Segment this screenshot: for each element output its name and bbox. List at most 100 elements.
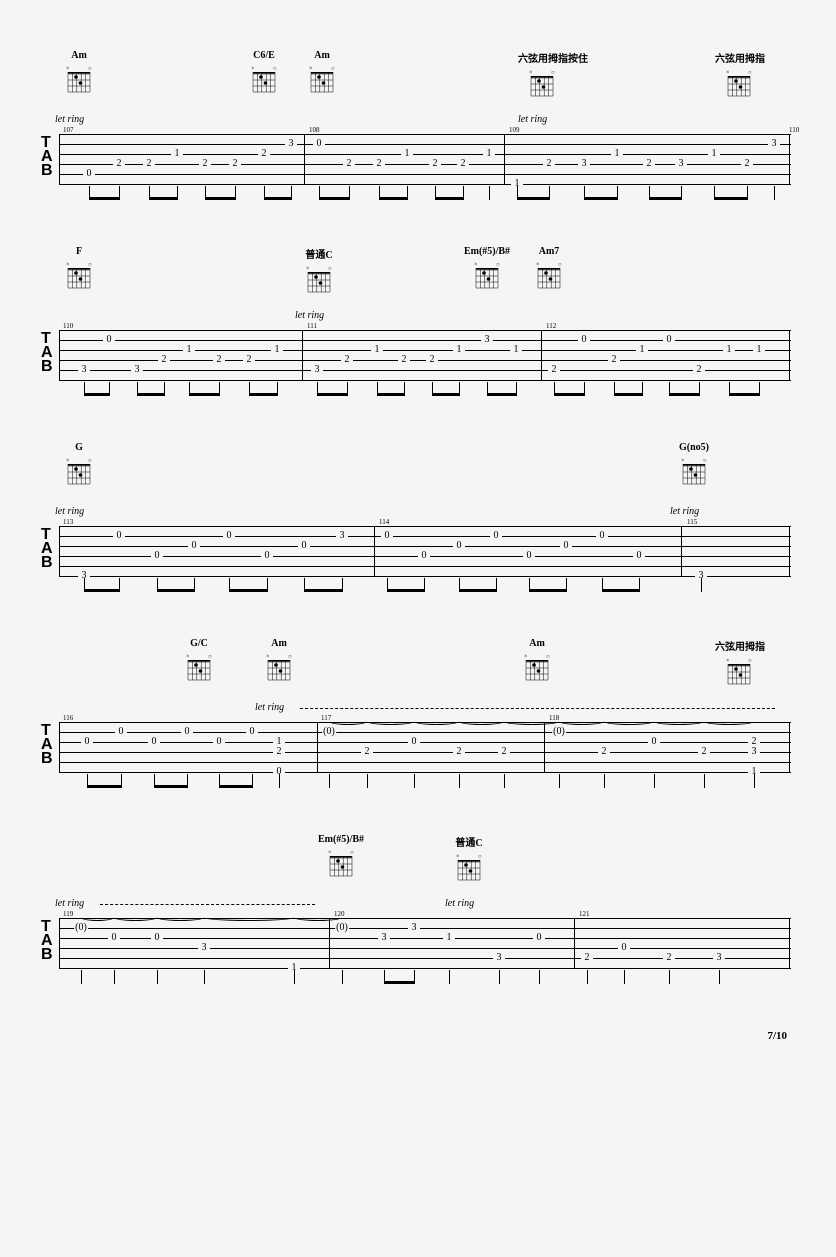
chord-diagram: Am×○: [255, 638, 303, 688]
fret-number: 0: [453, 541, 465, 551]
fret-number: 2: [229, 159, 241, 169]
beam: [529, 589, 567, 592]
tie: [204, 914, 294, 921]
fret-number: 1: [483, 149, 495, 159]
beam: [729, 393, 760, 396]
beam: [149, 197, 178, 200]
svg-text:×: ×: [328, 850, 331, 856]
beam: [649, 197, 682, 200]
fret-number: 2: [158, 355, 170, 365]
fret-number: 3: [78, 365, 90, 375]
tie: [704, 718, 754, 725]
chord-name: C6/E: [240, 50, 288, 61]
chord-diagram: G(no5)×○: [670, 442, 718, 492]
beam: [84, 393, 110, 396]
svg-text:○: ○: [273, 66, 277, 72]
beam: [435, 197, 464, 200]
instruction-text: let ring: [445, 898, 474, 909]
bar-number: 111: [307, 322, 317, 330]
chord-row: F×○普通C×○Em(#5)/B#×○Am7×○: [45, 246, 791, 310]
fret-number: 2: [429, 159, 441, 169]
fret-number: 1: [443, 933, 455, 943]
fret-number: 0: [83, 169, 95, 179]
tie: [459, 718, 504, 725]
fret-number: 3: [748, 747, 760, 757]
fret-number: 3: [311, 365, 323, 375]
fret-number: 0: [151, 551, 163, 561]
svg-text:×: ×: [251, 66, 254, 72]
fret-number: 2: [341, 355, 353, 365]
svg-text:×: ×: [524, 654, 527, 660]
bar-number: 115: [687, 518, 697, 526]
fret-number: 3: [131, 365, 143, 375]
chord-diagram: 普通C×○: [295, 246, 343, 300]
beam: [249, 393, 278, 396]
tab-system: Am×○C6/E×○Am×○六弦用拇指按住×○六弦用拇指×○let ringle…: [45, 50, 791, 198]
tab-staff: TAB11311411530000003000000003: [45, 520, 791, 590]
svg-text:○: ○: [328, 266, 332, 272]
fret-number: 0: [188, 541, 200, 551]
beam: [387, 589, 425, 592]
chord-row: Em(#5)/B#×○普通C×○: [45, 834, 791, 898]
tie: [81, 914, 114, 921]
chord-name: 六弦用拇指按住: [518, 50, 566, 65]
fret-number: 2: [343, 159, 355, 169]
barline: [59, 722, 60, 772]
bar-number: 119: [63, 910, 73, 918]
tie: [294, 914, 342, 921]
barline: [329, 918, 330, 968]
fret-number: 0: [298, 541, 310, 551]
chord-diagram: Am×○: [298, 50, 346, 100]
beam: [219, 785, 253, 788]
instruction-row: let ringlet ring: [45, 898, 791, 912]
chord-diagram: Em(#5)/B#×○: [463, 246, 511, 296]
beam: [384, 981, 415, 984]
fret-number: 0: [663, 335, 675, 345]
beam: [714, 197, 748, 200]
fret-number: 0: [533, 933, 545, 943]
chord-name: G/C: [175, 638, 223, 649]
chord-row: G×○G(no5)×○: [45, 442, 791, 506]
svg-text:○: ○: [703, 458, 707, 464]
fret-number: 2: [581, 953, 593, 963]
barline: [302, 330, 303, 380]
barline: [374, 526, 375, 576]
barline: [544, 722, 545, 772]
svg-text:×: ×: [186, 654, 189, 660]
instruction-text: let ring: [295, 310, 324, 321]
chord-name: G: [55, 442, 103, 453]
svg-text:×: ×: [726, 70, 729, 76]
fret-number: 0: [313, 139, 325, 149]
fret-number: 2: [543, 159, 555, 169]
tab-staff: TAB110111112303212213212213120210211: [45, 324, 791, 394]
tab-staff: TAB116117118000000120(0)2022(0)202231: [45, 716, 791, 786]
bar-number: 108: [309, 126, 320, 134]
chord-name: 六弦用拇指: [715, 50, 763, 65]
svg-text:×: ×: [536, 262, 539, 268]
svg-text:○: ○: [496, 262, 500, 268]
fret-number: 0: [81, 737, 93, 747]
svg-text:○: ○: [350, 850, 354, 856]
let-ring-dash: [300, 708, 775, 709]
fret-number: 2: [741, 159, 753, 169]
fret-number: 3: [285, 139, 297, 149]
fret-number: 0: [261, 551, 273, 561]
tie: [414, 718, 459, 725]
fret-number: 2: [243, 355, 255, 365]
fret-number: 2: [498, 747, 510, 757]
fret-number: 1: [183, 345, 195, 355]
fret-number: 2: [143, 159, 155, 169]
fret-number: 2: [548, 365, 560, 375]
svg-text:○: ○: [748, 658, 752, 664]
svg-text:×: ×: [726, 658, 729, 664]
chord-name: Am: [55, 50, 103, 61]
svg-text:×: ×: [306, 266, 309, 272]
beam: [264, 197, 292, 200]
fret-number: 2: [426, 355, 438, 365]
fret-number: 0: [246, 727, 258, 737]
fret-number: 3: [198, 943, 210, 953]
fret-number: 2: [273, 747, 285, 757]
beam: [614, 393, 643, 396]
chord-diagram: F×○: [55, 246, 103, 296]
tab-system: Em(#5)/B#×○普通C×○let ringlet ringTAB11912…: [45, 834, 791, 982]
